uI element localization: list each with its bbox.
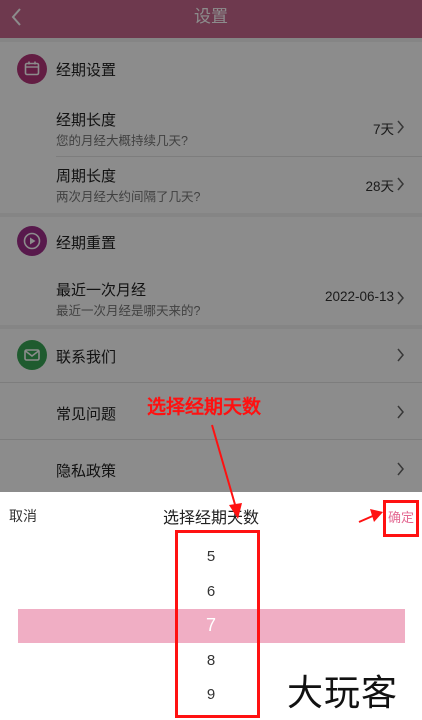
watermark: 大玩客	[287, 673, 399, 714]
picker-title: 选择经期天数	[162, 510, 259, 527]
annotation-label: 选择经期天数	[147, 396, 262, 418]
annotation-box-confirm	[383, 500, 419, 537]
annotation-box-picker	[175, 530, 260, 718]
